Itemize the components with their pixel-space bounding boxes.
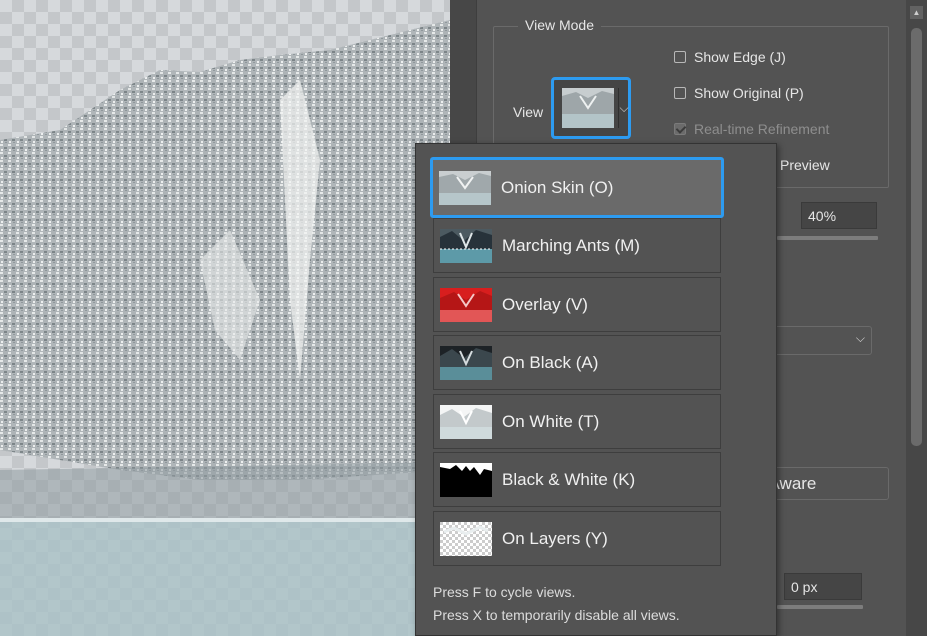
view-mode-dropdown: Onion Skin (O) Marching Ants (M) Overlay…: [415, 143, 777, 636]
option-label: Marching Ants (M): [502, 235, 640, 255]
scroll-up-icon[interactable]: ▲: [910, 6, 923, 19]
on-white-icon: [440, 404, 492, 439]
opacity-field[interactable]: 40%: [801, 202, 877, 229]
show-original-checkbox[interactable]: Show Original (P): [674, 85, 804, 101]
view-option-overlay[interactable]: Overlay (V): [433, 277, 721, 332]
option-label: Overlay (V): [502, 294, 588, 314]
view-option-on-white[interactable]: On White (T): [433, 394, 721, 449]
show-original-label: Show Original (P): [694, 85, 804, 101]
mountain-photo: [0, 20, 450, 636]
view-mode-title: View Mode: [518, 17, 602, 33]
chevron-down-icon: ⌵: [618, 88, 629, 128]
option-label: Onion Skin (O): [501, 177, 614, 197]
option-label: Black & White (K): [502, 469, 636, 489]
option-label: On White (T): [502, 411, 600, 431]
marching-ants-icon: [440, 228, 492, 263]
view-picker-button[interactable]: ⌵: [551, 77, 631, 139]
onion-skin-icon: [439, 170, 491, 205]
option-label: On Layers (Y): [502, 528, 608, 548]
black-white-icon: [440, 462, 492, 497]
panel-scrollbar[interactable]: ▲: [906, 0, 927, 636]
hint-cycle-views: Press F to cycle views.: [433, 584, 576, 600]
chevron-down-icon: ⌵: [855, 331, 865, 345]
checkbox-box: [674, 123, 686, 135]
show-edge-checkbox[interactable]: Show Edge (J): [674, 49, 786, 65]
checkbox-box[interactable]: [674, 87, 686, 99]
show-edge-label: Show Edge (J): [694, 49, 786, 65]
realtime-refinement-label: Real-time Refinement: [694, 121, 830, 137]
checkbox-box[interactable]: [674, 51, 686, 63]
view-option-on-layers[interactable]: On Layers (Y): [433, 511, 721, 566]
preview-label: Preview: [780, 157, 830, 173]
radius-field[interactable]: 0 px: [784, 573, 862, 600]
image-canvas[interactable]: [0, 0, 450, 636]
view-option-on-black[interactable]: On Black (A): [433, 335, 721, 390]
hint-disable-views: Press X to temporarily disable all views…: [433, 607, 680, 623]
realtime-refinement-checkbox: Real-time Refinement: [674, 121, 829, 137]
option-label: On Black (A): [502, 352, 599, 372]
radius-slider[interactable]: [777, 605, 863, 609]
scroll-thumb[interactable]: [911, 28, 922, 446]
on-black-icon: [440, 345, 492, 380]
view-option-marching-ants[interactable]: Marching Ants (M): [433, 218, 721, 273]
opacity-slider[interactable]: [777, 236, 878, 240]
view-option-onion-skin[interactable]: Onion Skin (O): [430, 157, 724, 218]
view-thumbnail-icon: [562, 88, 614, 128]
view-option-black-white[interactable]: Black & White (K): [433, 452, 721, 507]
on-layers-icon: [440, 521, 492, 556]
overlay-icon: [440, 287, 492, 322]
view-label: View: [513, 104, 544, 120]
